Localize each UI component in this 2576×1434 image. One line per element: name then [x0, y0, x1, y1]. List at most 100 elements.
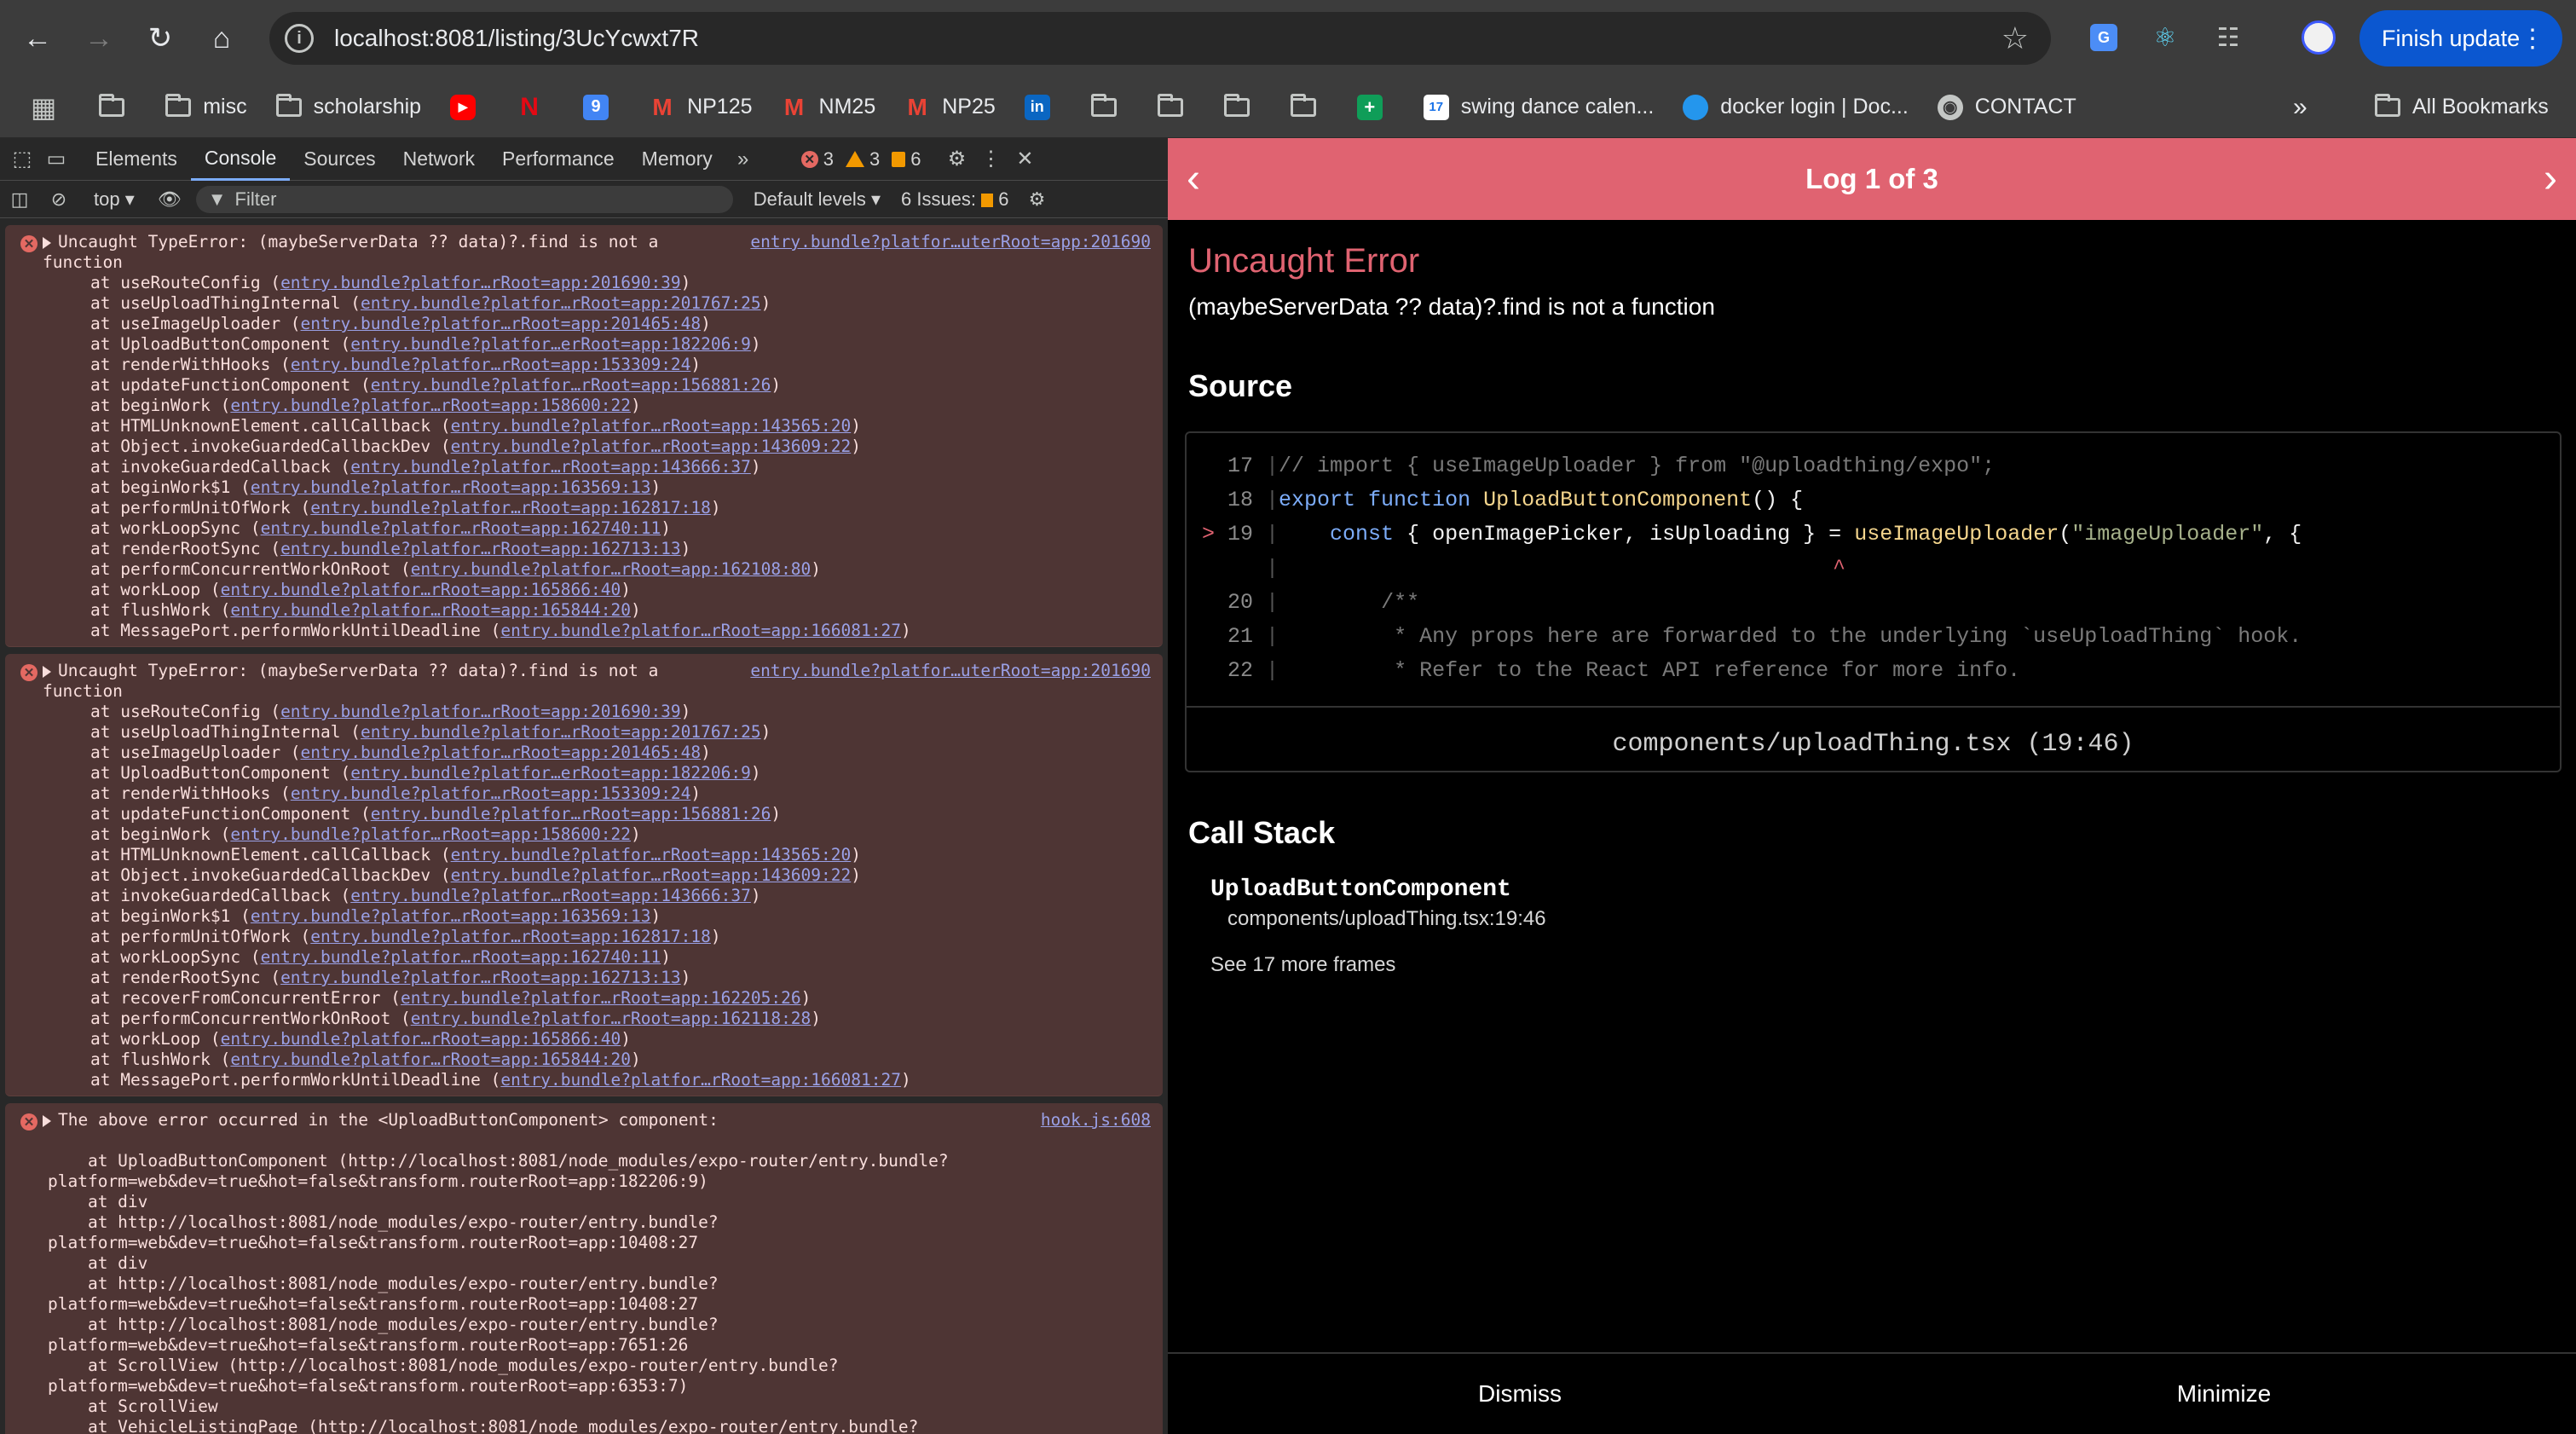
bookmark-folder-scholarship[interactable]: scholarship: [275, 77, 421, 138]
code-frame[interactable]: 17 |// import { useImageUploader } from …: [1185, 431, 2562, 772]
stack-frame-link[interactable]: entry.bundle?platfor…rRoot=app:162205:26: [401, 988, 801, 1008]
stack-frame-link[interactable]: entry.bundle?platfor…erRoot=app:182206:9: [350, 334, 751, 354]
source-link[interactable]: hook.js:608: [1040, 1110, 1151, 1130]
site-info-icon[interactable]: i: [285, 24, 314, 53]
error-headline[interactable]: The above error occurred in the <UploadB…: [5, 1110, 1163, 1130]
stack-frame-link[interactable]: entry.bundle?platfor…rRoot=app:165844:20: [230, 600, 631, 620]
stack-frame-link[interactable]: entry.bundle?platfor…rRoot=app:158600:22: [230, 824, 631, 844]
bookmark-sheets[interactable]: +: [1356, 77, 1395, 138]
bookmark-linkedin[interactable]: in: [1024, 77, 1062, 138]
stack-frame-link[interactable]: entry.bundle?platfor…rRoot=app:162817:18: [310, 927, 711, 946]
bookmark-docker[interactable]: docker login | Doc...: [1683, 77, 1909, 138]
tab-performance[interactable]: Performance: [488, 138, 628, 181]
stack-frame-link[interactable]: entry.bundle?platfor…rRoot=app:165866:40: [221, 580, 621, 599]
stack-frame-link[interactable]: entry.bundle?platfor…rRoot=app:143609:22: [451, 437, 852, 456]
chevron-right-icon[interactable]: ›: [2544, 155, 2557, 202]
stack-frame-link[interactable]: entry.bundle?platfor…rRoot=app:162713:13: [280, 968, 681, 987]
console-filter-input[interactable]: ▼ Filter: [195, 185, 733, 213]
bookmark-nm25[interactable]: M NM25: [782, 77, 875, 138]
tab-console[interactable]: Console: [190, 138, 291, 181]
reload-icon[interactable]: ↻: [136, 14, 184, 62]
stack-frame-link[interactable]: entry.bundle?platfor…rRoot=app:143666:37: [350, 886, 751, 905]
close-icon[interactable]: ✕: [1008, 138, 1042, 181]
stack-frame-link[interactable]: entry.bundle?platfor…rRoot=app:143666:37: [350, 457, 751, 477]
warning-count[interactable]: 3: [845, 148, 880, 171]
stack-frame-link[interactable]: entry.bundle?platfor…rRoot=app:162740:11: [261, 518, 661, 538]
issue-count[interactable]: 6: [892, 148, 921, 171]
clear-console-icon[interactable]: ⊘: [39, 188, 78, 211]
bookmark-folder[interactable]: [1157, 77, 1195, 138]
react-devtools-icon[interactable]: ⚛: [2146, 19, 2184, 56]
bookmark-contact[interactable]: ◉ CONTACT: [1937, 77, 2076, 138]
stack-frame-link[interactable]: entry.bundle?platfor…rRoot=app:156881:26: [371, 375, 771, 395]
code-file-link[interactable]: components/uploadThing.tsx (19:46): [1187, 706, 2560, 774]
console-settings-gear-icon[interactable]: ⚙: [1018, 188, 1057, 211]
bookmark-swing-dance[interactable]: 17 swing dance calen...: [1423, 77, 1654, 138]
stack-frame-link[interactable]: entry.bundle?platfor…rRoot=app:201767:25: [361, 293, 761, 313]
error-headline[interactable]: Uncaught TypeError: (maybeServerData ?? …: [5, 661, 1163, 681]
stack-frame-link[interactable]: entry.bundle?platfor…rRoot=app:162108:80: [411, 559, 811, 579]
profile-avatar[interactable]: [2300, 19, 2337, 56]
more-tabs-chevron-icon[interactable]: »: [726, 138, 760, 181]
address-bar[interactable]: i localhost:8081/listing/3UcYcwxt7R ☆: [269, 12, 2051, 65]
bookmark-calendar[interactable]: 9: [583, 77, 621, 138]
source-link[interactable]: entry.bundle?platfor…uterRoot=app:201690: [750, 661, 1151, 681]
minimize-button[interactable]: Minimize: [1872, 1354, 2576, 1434]
stack-frame-link[interactable]: entry.bundle?platfor…rRoot=app:201465:48: [301, 743, 702, 762]
settings-gear-icon[interactable]: ⚙: [939, 138, 973, 181]
extensions-puzzle-icon[interactable]: ☷: [2209, 19, 2247, 56]
expand-triangle-icon[interactable]: [43, 236, 51, 249]
bookmark-folder[interactable]: [1290, 77, 1328, 138]
stack-frame-link[interactable]: entry.bundle?platfor…rRoot=app:143565:20: [451, 845, 852, 864]
url-text[interactable]: localhost:8081/listing/3UcYcwxt7R: [334, 25, 699, 52]
bookmark-star-icon[interactable]: ☆: [2001, 20, 2029, 56]
back-arrow-icon[interactable]: ←: [14, 14, 61, 62]
error-headline[interactable]: Uncaught TypeError: (maybeServerData ?? …: [5, 232, 1163, 252]
issues-button[interactable]: 6 Issues: 6: [901, 188, 1009, 211]
stack-frame-link[interactable]: entry.bundle?platfor…rRoot=app:201465:48: [301, 314, 702, 333]
stack-frame-link[interactable]: entry.bundle?platfor…rRoot=app:165866:40: [221, 1029, 621, 1049]
bookmark-folder[interactable]: [1090, 77, 1129, 138]
stack-frame-link[interactable]: entry.bundle?platfor…rRoot=app:166081:27: [500, 1070, 901, 1090]
bookmark-np25[interactable]: M NP25: [904, 77, 996, 138]
stack-frame-link[interactable]: entry.bundle?platfor…rRoot=app:153309:24: [291, 783, 691, 803]
stack-frame-link[interactable]: entry.bundle?platfor…rRoot=app:153309:24: [291, 355, 691, 374]
see-more-frames-button[interactable]: See 17 more frames: [1210, 953, 1395, 977]
stack-frame-link[interactable]: entry.bundle?platfor…rRoot=app:163569:13: [251, 906, 651, 926]
tab-elements[interactable]: Elements: [82, 138, 191, 181]
tab-sources[interactable]: Sources: [290, 138, 389, 181]
stack-frame-link[interactable]: entry.bundle?platfor…rRoot=app:165844:20: [230, 1049, 631, 1069]
bookmark-youtube[interactable]: ▶: [450, 77, 488, 138]
more-bookmarks-chevron-icon[interactable]: »: [2293, 77, 2307, 138]
expand-triangle-icon[interactable]: [43, 665, 51, 678]
sidebar-toggle-icon[interactable]: ◫: [0, 188, 39, 211]
finish-update-button[interactable]: Finish update ⋮: [2359, 10, 2562, 66]
stack-frame-link[interactable]: entry.bundle?platfor…rRoot=app:163569:13: [251, 477, 651, 497]
stack-frame-link[interactable]: entry.bundle?platfor…rRoot=app:201767:25: [361, 722, 761, 742]
bookmark-folder-misc[interactable]: misc: [165, 77, 247, 138]
stack-frame-file[interactable]: components/uploadThing.tsx:19:46: [1227, 907, 1546, 931]
bookmark-folder[interactable]: [1223, 77, 1262, 138]
stack-frame-link[interactable]: entry.bundle?platfor…rRoot=app:156881:26: [371, 804, 771, 824]
stack-frame-link[interactable]: entry.bundle?platfor…rRoot=app:143609:22: [451, 865, 852, 885]
stack-frame-function[interactable]: UploadButtonComponent: [1210, 876, 1511, 903]
all-bookmarks[interactable]: All Bookmarks: [2375, 77, 2549, 138]
chevron-left-icon[interactable]: ‹: [1187, 155, 1200, 202]
stack-frame-link[interactable]: entry.bundle?platfor…rRoot=app:166081:27: [500, 621, 901, 640]
log-levels-select[interactable]: Default levels ▾: [754, 188, 881, 211]
expand-triangle-icon[interactable]: [43, 1114, 51, 1127]
dismiss-button[interactable]: Dismiss: [1168, 1354, 1872, 1434]
live-expression-eye-icon[interactable]: 👁: [150, 188, 189, 211]
bookmark-folder[interactable]: [99, 77, 136, 138]
device-toolbar-icon[interactable]: ▭: [39, 138, 73, 181]
stack-frame-link[interactable]: entry.bundle?platfor…rRoot=app:162740:11: [261, 947, 661, 967]
stack-frame-link[interactable]: entry.bundle?platfor…rRoot=app:201690:39: [280, 273, 681, 292]
more-vert-icon[interactable]: ⋮: [973, 138, 1008, 181]
tab-memory[interactable]: Memory: [628, 138, 726, 181]
stack-frame-link[interactable]: entry.bundle?platfor…erRoot=app:182206:9: [350, 763, 751, 783]
home-icon[interactable]: ⌂: [198, 14, 245, 62]
context-select[interactable]: top ▾: [94, 188, 135, 211]
stack-frame-link[interactable]: entry.bundle?platfor…rRoot=app:162118:28: [411, 1009, 811, 1028]
stack-frame-link[interactable]: entry.bundle?platfor…rRoot=app:162713:13: [280, 539, 681, 558]
error-count[interactable]: ✕ 3: [800, 148, 834, 171]
